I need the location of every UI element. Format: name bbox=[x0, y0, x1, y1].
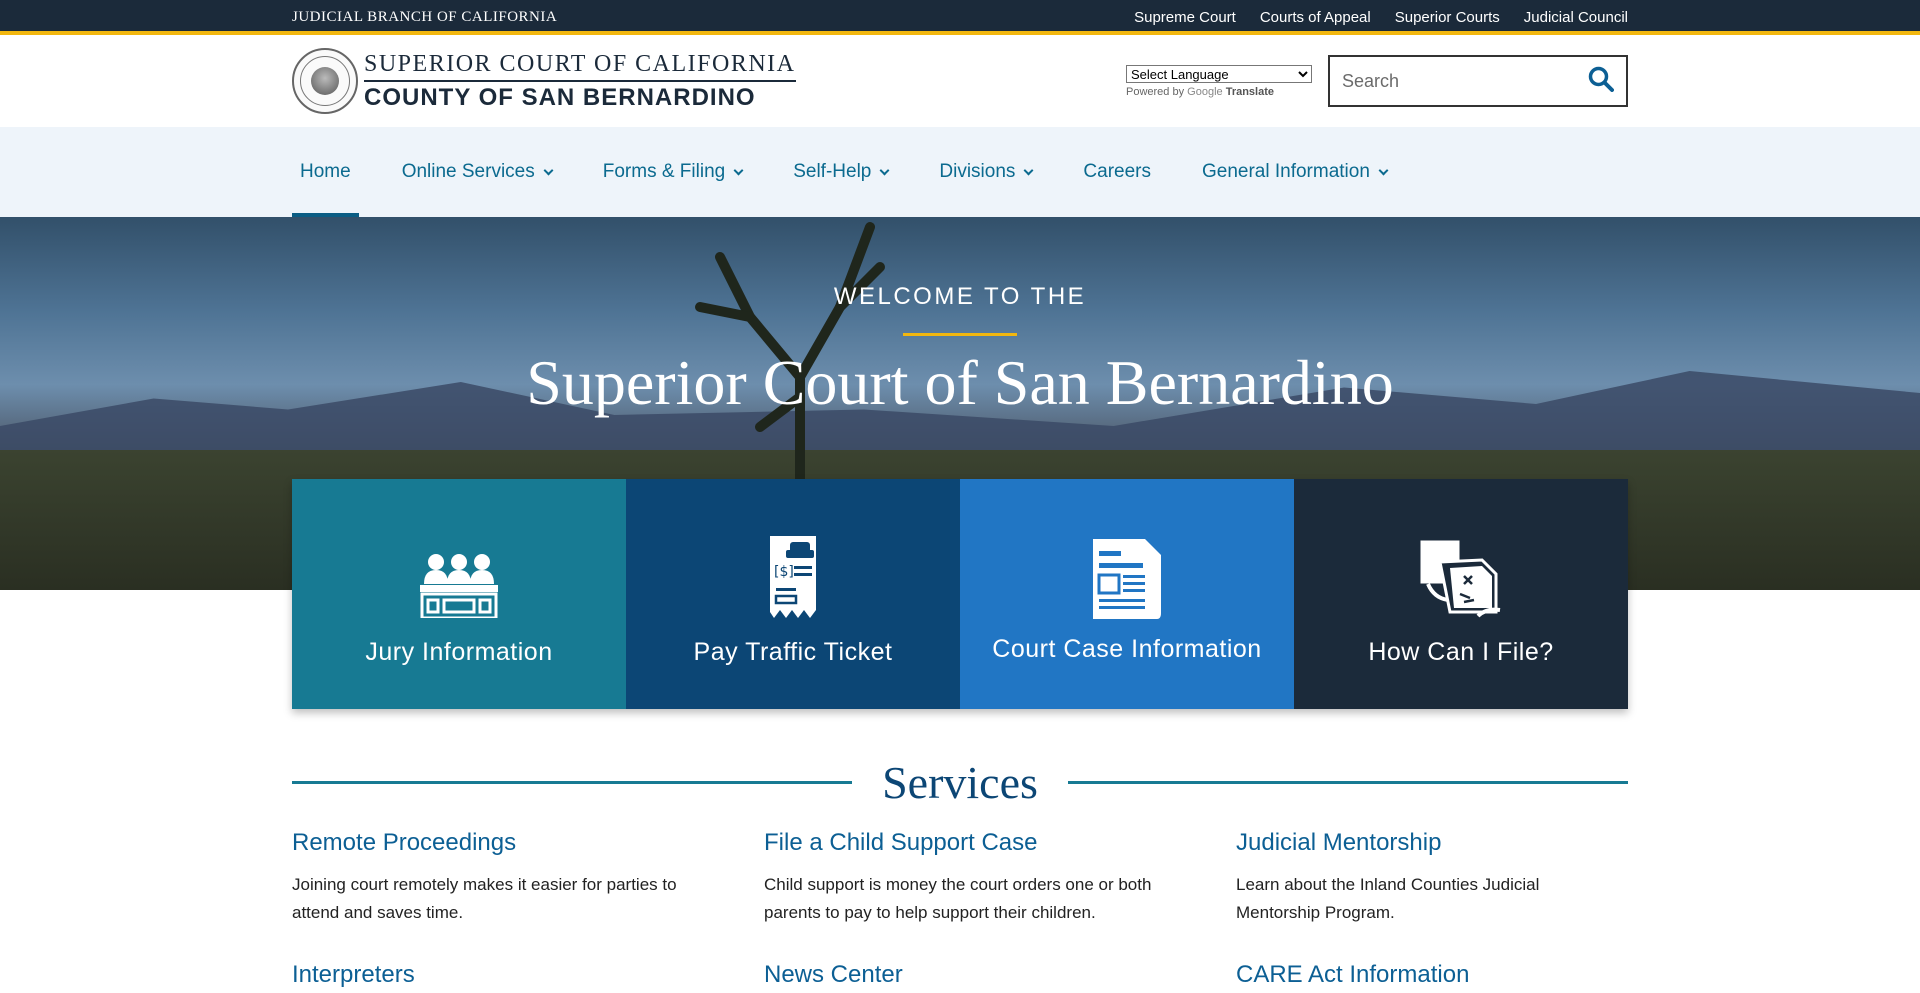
service-item: Interpreters bbox=[292, 961, 684, 989]
traffic-ticket-icon: [$] bbox=[770, 522, 816, 618]
search-box bbox=[1328, 55, 1628, 107]
service-description: Learn about the Inland Counties Judicial… bbox=[1236, 875, 1540, 922]
court-links: Supreme Court Courts of Appeal Superior … bbox=[1134, 9, 1628, 26]
nav-divisions[interactable]: Divisions bbox=[931, 127, 1040, 217]
card-label: How Can I File? bbox=[1368, 637, 1554, 666]
court-logo[interactable]: Superior Court of California County of S… bbox=[292, 48, 796, 114]
judicial-council-link[interactable]: Judicial Council bbox=[1524, 9, 1628, 26]
google-translate-widget: Select Language Powered by Google Transl… bbox=[1126, 64, 1312, 98]
jury-icon bbox=[418, 522, 500, 618]
quick-link-cards: Jury Information [$] Pay Traffic Ticket bbox=[292, 479, 1628, 709]
supreme-court-link[interactable]: Supreme Court bbox=[1134, 9, 1236, 26]
card-label: Pay Traffic Ticket bbox=[693, 637, 893, 666]
service-item: Judicial Mentorship Learn about the Inla… bbox=[1236, 829, 1628, 927]
nav-home[interactable]: Home bbox=[292, 127, 359, 217]
services-section: Services Remote Proceedings Joining cour… bbox=[292, 756, 1628, 989]
chevron-down-icon bbox=[733, 165, 744, 175]
service-item: Remote Proceedings Joining court remotel… bbox=[292, 829, 684, 927]
card-label: Jury Information bbox=[365, 637, 553, 666]
judicial-branch-label: Judicial Branch of California bbox=[292, 9, 558, 25]
top-utility-bar: Judicial Branch of California Supreme Co… bbox=[0, 0, 1920, 35]
service-title-remote-proceedings[interactable]: Remote Proceedings bbox=[292, 829, 684, 857]
card-court-case-information[interactable]: Court Case Information bbox=[960, 479, 1294, 709]
nav-self-help[interactable]: Self-Help bbox=[785, 127, 896, 217]
search-icon[interactable] bbox=[1588, 66, 1614, 97]
nav-careers[interactable]: Careers bbox=[1075, 127, 1159, 217]
nav-general-information[interactable]: General Information bbox=[1194, 127, 1395, 217]
service-title-news-center[interactable]: News Center bbox=[764, 961, 1156, 989]
service-title-judicial-mentorship[interactable]: Judicial Mentorship bbox=[1236, 829, 1628, 857]
case-document-icon bbox=[1093, 525, 1161, 621]
language-select[interactable]: Select Language bbox=[1126, 64, 1312, 83]
nav-online-services[interactable]: Online Services bbox=[394, 127, 560, 217]
service-item: News Center bbox=[764, 961, 1156, 989]
nav-forms-filing[interactable]: Forms & Filing bbox=[595, 127, 750, 217]
service-title-interpreters[interactable]: Interpreters bbox=[292, 961, 684, 989]
court-seal-icon bbox=[292, 48, 358, 114]
powered-by-google: Powered by Google Translate bbox=[1126, 85, 1275, 98]
service-title-child-support[interactable]: File a Child Support Case bbox=[764, 829, 1156, 857]
logo-line-state: Superior Court of California bbox=[364, 51, 796, 82]
hero-divider bbox=[903, 333, 1017, 336]
search-input[interactable] bbox=[1342, 70, 1572, 92]
card-pay-traffic-ticket[interactable]: [$] Pay Traffic Ticket bbox=[626, 479, 960, 709]
services-heading: Services bbox=[882, 757, 1038, 808]
hero-title: Superior Court of San Bernardino bbox=[526, 347, 1394, 418]
chevron-down-icon bbox=[1378, 165, 1389, 175]
card-how-can-i-file[interactable]: How Can I File? bbox=[1294, 479, 1628, 709]
svg-text:[$]: [$] bbox=[774, 564, 794, 580]
hero-welcome: Welcome to the bbox=[833, 283, 1087, 310]
service-item: CARE Act Information bbox=[1236, 961, 1628, 989]
superior-courts-link[interactable]: Superior Courts bbox=[1395, 9, 1500, 26]
card-jury-information[interactable]: Jury Information bbox=[292, 479, 626, 709]
main-navigation: Home Online Services Forms & Filing Self… bbox=[0, 127, 1920, 217]
site-header: Superior Court of California County of S… bbox=[0, 35, 1920, 127]
services-rule-right bbox=[1067, 781, 1628, 784]
courts-of-appeal-link[interactable]: Courts of Appeal bbox=[1260, 9, 1371, 26]
service-description: Joining court remotely makes it easier f… bbox=[292, 875, 677, 922]
card-label: Court Case Information bbox=[992, 634, 1262, 663]
services-rule-left bbox=[292, 781, 853, 784]
logo-line-county: County of San Bernardino bbox=[364, 83, 756, 111]
service-description: Child support is money the court orders … bbox=[764, 875, 1152, 922]
service-title-care-act[interactable]: CARE Act Information bbox=[1236, 961, 1628, 989]
chevron-down-icon bbox=[1023, 165, 1034, 175]
file-documents-icon bbox=[1420, 522, 1502, 618]
service-item: File a Child Support Case Child support … bbox=[764, 829, 1156, 927]
chevron-down-icon bbox=[543, 165, 554, 175]
chevron-down-icon bbox=[879, 165, 890, 175]
